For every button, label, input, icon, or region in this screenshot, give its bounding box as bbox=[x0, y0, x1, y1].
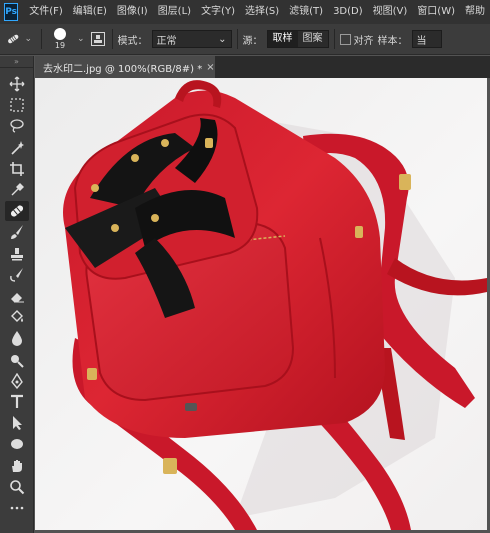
divider bbox=[111, 29, 113, 49]
tool-lasso[interactable] bbox=[5, 116, 29, 136]
photoshop-logo: Ps bbox=[4, 3, 19, 21]
pen-icon bbox=[11, 372, 23, 389]
chevron-down-icon[interactable]: ⌄ bbox=[77, 34, 85, 44]
tool-path-selection[interactable] bbox=[5, 413, 29, 433]
sample-select[interactable]: 当 bbox=[411, 30, 442, 48]
tool-crop[interactable] bbox=[5, 159, 29, 179]
menu-file[interactable]: 文件(F) bbox=[24, 0, 68, 24]
menu-image[interactable]: 图像(I) bbox=[112, 0, 153, 24]
document-tab-bar: 去水印二.jpg @ 100%(RGB/8#) * × bbox=[35, 56, 490, 78]
toolbox: » bbox=[0, 56, 34, 533]
chevron-down-icon: ⌄ bbox=[218, 33, 227, 45]
lasso-icon bbox=[10, 119, 24, 134]
tool-healing-brush[interactable] bbox=[5, 201, 29, 222]
mode-value: 正常 bbox=[156, 35, 177, 47]
eraser-icon bbox=[11, 293, 24, 303]
clone-stamp-icon bbox=[11, 247, 23, 261]
magic-wand-icon bbox=[11, 140, 24, 155]
menu-window[interactable]: 窗口(W) bbox=[412, 0, 460, 24]
tool-ellipse[interactable] bbox=[5, 434, 29, 454]
menu-view[interactable]: 视图(V) bbox=[368, 0, 413, 24]
tool-brush[interactable] bbox=[5, 222, 29, 242]
mode-select[interactable]: 正常 ⌄ bbox=[151, 30, 232, 48]
tool-dodge[interactable] bbox=[5, 350, 29, 370]
type-icon bbox=[11, 394, 23, 408]
tool-more-tools[interactable] bbox=[5, 498, 29, 518]
tool-magic-wand[interactable] bbox=[5, 138, 29, 158]
source-pattern-button[interactable]: 图案 bbox=[297, 31, 328, 47]
dodge-icon bbox=[11, 354, 24, 368]
tool-paint-bucket[interactable] bbox=[5, 307, 29, 327]
aligned-checkbox[interactable] bbox=[339, 33, 351, 45]
zoom-icon bbox=[10, 479, 25, 495]
tool-history-brush[interactable] bbox=[5, 265, 29, 285]
sample-value: 当 bbox=[416, 35, 427, 47]
path-selection-icon bbox=[13, 416, 22, 431]
menu-type[interactable]: 文字(Y) bbox=[196, 0, 240, 24]
aligned-label: 对齐 bbox=[353, 35, 374, 47]
brush-settings-button[interactable] bbox=[89, 30, 107, 48]
paint-bucket-icon bbox=[11, 310, 23, 323]
tool-eyedropper[interactable] bbox=[5, 180, 29, 200]
menu-layer[interactable]: 图层(L) bbox=[153, 0, 196, 24]
tool-marquee[interactable] bbox=[5, 95, 29, 115]
tool-zoom[interactable] bbox=[5, 477, 29, 497]
tool-type[interactable] bbox=[5, 392, 29, 412]
tool-hand[interactable] bbox=[5, 456, 29, 476]
divider bbox=[41, 29, 42, 49]
source-toggle: 取样 图案 bbox=[266, 30, 329, 48]
source-sampled-button[interactable]: 取样 bbox=[267, 31, 298, 47]
document-tab[interactable]: 去水印二.jpg @ 100%(RGB/8#) * × bbox=[35, 56, 215, 78]
toolbox-collapse-icon[interactable]: » bbox=[0, 56, 33, 68]
menu-3d[interactable]: 3D(D) bbox=[328, 0, 368, 24]
eyedropper-icon bbox=[11, 183, 24, 196]
menu-filter[interactable]: 滤镜(T) bbox=[284, 0, 328, 24]
divider bbox=[236, 29, 238, 49]
document-image[interactable] bbox=[35, 78, 487, 530]
brush-picker[interactable]: 19 bbox=[47, 26, 73, 52]
crop-icon bbox=[10, 161, 24, 176]
canvas-area[interactable] bbox=[35, 78, 490, 533]
blur-icon bbox=[12, 331, 22, 347]
tool-move[interactable] bbox=[5, 74, 29, 94]
brush-icon bbox=[11, 225, 23, 240]
menu-bar: Ps 文件(F) 编辑(E) 图像(I) 图层(L) 文字(Y) 选择(S) 滤… bbox=[0, 0, 490, 24]
divider bbox=[333, 29, 335, 49]
tool-preset-picker[interactable]: ⌄ bbox=[6, 28, 36, 50]
red-backpack-photo bbox=[35, 78, 487, 530]
menu-edit[interactable]: 编辑(E) bbox=[68, 0, 112, 24]
ellipse-icon bbox=[11, 439, 23, 450]
sample-label: 样本： bbox=[377, 35, 408, 47]
menu-select[interactable]: 选择(S) bbox=[240, 0, 284, 24]
document-tab-title: 去水印二.jpg @ 100%(RGB/8#) * bbox=[43, 63, 203, 75]
hand-icon bbox=[12, 459, 22, 472]
tool-clone-stamp[interactable] bbox=[5, 244, 29, 264]
stamp-panel-icon bbox=[90, 32, 105, 46]
options-bar: ⌄ 19 ⌄ 模式： 正常 ⌄ 源： 取样 图案 对齐 样本： 当 bbox=[0, 24, 490, 55]
tool-pen[interactable] bbox=[5, 371, 29, 391]
marquee-icon bbox=[10, 98, 24, 112]
close-icon[interactable]: × bbox=[206, 62, 214, 73]
chevron-down-icon: ⌄ bbox=[24, 34, 32, 44]
healing-brush-icon bbox=[8, 34, 19, 44]
brush-tip-icon bbox=[54, 28, 66, 40]
more-tools-icon bbox=[10, 506, 24, 510]
history-brush-icon bbox=[10, 267, 23, 282]
menu-help[interactable]: 帮助 bbox=[460, 0, 490, 24]
move-icon bbox=[9, 76, 25, 92]
source-label: 源： bbox=[242, 35, 263, 47]
brush-size: 19 bbox=[54, 41, 66, 50]
mode-label: 模式： bbox=[117, 35, 148, 47]
tool-blur[interactable] bbox=[5, 328, 29, 348]
tool-eraser[interactable] bbox=[5, 286, 29, 306]
healing-brush-icon bbox=[10, 205, 24, 217]
